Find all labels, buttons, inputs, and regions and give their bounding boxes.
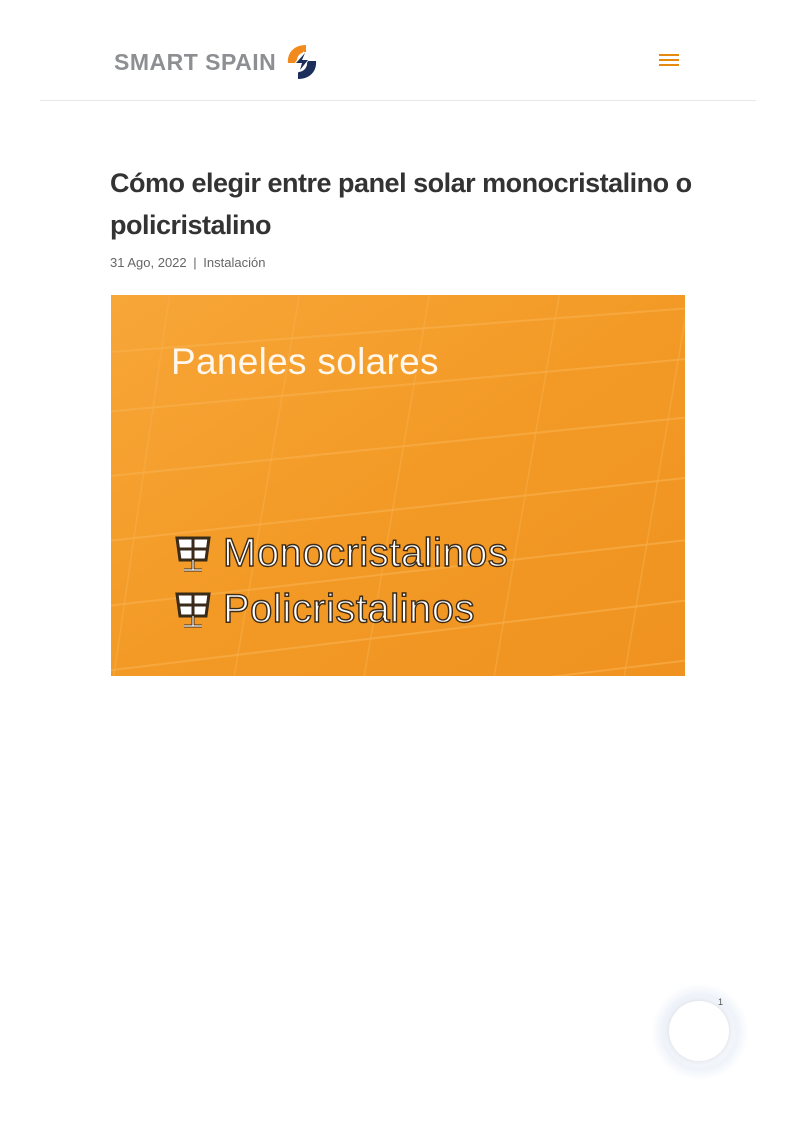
logo-text: SMART SPAIN (114, 48, 277, 75)
post-date: 31 Ago, 2022 (110, 255, 187, 270)
featured-line-mono: Monocristalinos (171, 530, 509, 576)
site-logo[interactable]: SMART SPAIN (114, 42, 322, 82)
chat-widget-circle (669, 1001, 729, 1061)
chat-widget-button[interactable] (652, 984, 748, 1080)
featured-line-poly-text: Policristalinos (222, 586, 476, 631)
featured-heading: Paneles solares (171, 341, 439, 382)
logo-mark-icon (288, 45, 317, 79)
chat-widget-badge: 1 (718, 997, 724, 1007)
menu-bar (659, 59, 679, 61)
menu-bar (659, 54, 679, 56)
menu-bar (659, 64, 679, 66)
post-title: Cómo elegir entre panel solar monocrista… (110, 168, 692, 240)
hamburger-menu-icon[interactable] (658, 52, 680, 70)
site-header: SMART SPAIN (0, 0, 793, 102)
header-divider (40, 100, 756, 101)
featured-line-poly: Policristalinos (171, 586, 476, 632)
solar-panel-icon (175, 592, 211, 627)
solar-panel-icon (175, 536, 211, 571)
meta-separator: | (193, 255, 197, 270)
post-meta: 31 Ago, 2022 | Instalación (110, 255, 265, 270)
featured-image: Paneles solares Monocristalinos Policris… (111, 295, 685, 676)
post-category-link[interactable]: Instalación (203, 255, 265, 270)
featured-line-mono-text: Monocristalinos (222, 530, 509, 575)
